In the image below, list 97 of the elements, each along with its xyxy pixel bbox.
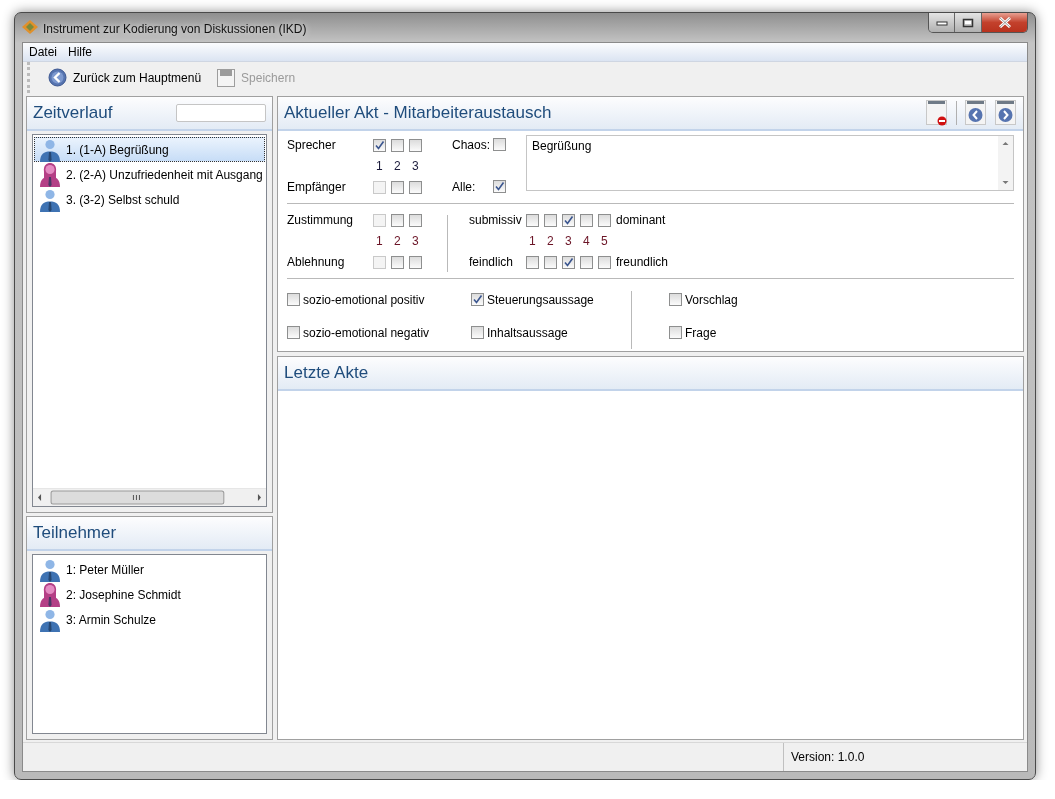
field-label: Alle: <box>452 179 477 194</box>
note-textarea[interactable]: Begrüßung <box>526 135 1014 191</box>
search-field[interactable] <box>176 104 266 122</box>
column-number: 3 <box>564 233 573 248</box>
timeline-item[interactable]: 3. (3-2) Selbst schuld <box>34 187 265 212</box>
version-label: Version: 1.0.0 <box>790 750 865 764</box>
checkbox[interactable] <box>562 213 575 227</box>
minimize-icon <box>935 19 948 26</box>
participant-item[interactable]: 3: Armin Schulze <box>34 607 265 632</box>
field-label: Sprecher <box>287 137 337 152</box>
checkbox-label: sozio-emotional positiv <box>303 292 425 307</box>
checkbox[interactable] <box>669 326 682 339</box>
column-number: 2 <box>393 233 402 248</box>
column-number: 1 <box>528 233 537 248</box>
back-arrow-icon <box>48 68 67 87</box>
item-label: 3. (3-2) Selbst schuld <box>66 192 180 207</box>
page-remove-icon <box>926 100 948 126</box>
checkbox[interactable] <box>391 213 404 227</box>
checkbox[interactable] <box>493 138 506 151</box>
checkbox[interactable] <box>580 213 593 227</box>
checkbox[interactable] <box>391 255 404 269</box>
checkbox[interactable] <box>598 213 611 227</box>
checkbox[interactable] <box>391 138 404 152</box>
item-label: 1: Peter Müller <box>66 562 145 577</box>
person-icon <box>38 582 62 607</box>
menu-item[interactable]: Hilfe <box>64 45 100 59</box>
close-icon <box>997 17 1012 28</box>
checkbox[interactable] <box>598 255 611 269</box>
field-label: freundlich <box>616 254 670 269</box>
timeline-item[interactable]: 2. (2-A) Unzufriedenheit mit Ausgang <box>34 162 265 187</box>
checkbox[interactable] <box>562 255 575 269</box>
column-number: 2 <box>393 158 402 173</box>
checkbox[interactable] <box>669 293 682 306</box>
participant-item[interactable]: 2: Josephine Schmidt <box>34 582 265 607</box>
person-icon <box>38 557 62 582</box>
checkbox[interactable] <box>373 138 386 152</box>
panel-title: Letzte Akte <box>284 363 369 383</box>
person-icon <box>38 187 62 212</box>
checkbox[interactable] <box>544 255 557 269</box>
item-label: 1. (1-A) Begrüßung <box>66 142 169 157</box>
field-label: Ablehnung <box>287 254 346 269</box>
checkbox[interactable] <box>409 138 422 152</box>
person-icon <box>38 607 62 632</box>
column-number: 1 <box>375 158 384 173</box>
back-button[interactable]: Zurück zum Hauptmenü <box>46 66 204 89</box>
delete-button[interactable] <box>926 100 948 126</box>
menu-item[interactable]: Datei <box>25 45 64 59</box>
checkbox-label: Steuerungsaussage <box>487 292 594 307</box>
checkbox[interactable] <box>391 180 404 194</box>
previous-button[interactable] <box>965 100 987 126</box>
checkbox[interactable] <box>409 255 422 269</box>
panel-title: Aktueller Akt - Mitarbeiteraustausch <box>284 103 552 123</box>
checkbox[interactable] <box>471 293 484 306</box>
checkbox[interactable] <box>544 213 557 227</box>
maximize-icon <box>962 17 974 28</box>
column-number: 2 <box>546 233 555 248</box>
field-label: feindlich <box>469 254 515 269</box>
column-number: 5 <box>600 233 609 248</box>
maximize-button[interactable] <box>955 13 982 32</box>
checkbox[interactable] <box>471 326 484 339</box>
field-label: Zustimmung <box>287 212 355 227</box>
checkbox[interactable] <box>526 213 539 227</box>
minimize-button[interactable] <box>929 13 955 32</box>
timeline-item[interactable]: 1. (1-A) Begrüßung <box>34 137 265 162</box>
checkbox[interactable] <box>409 180 422 194</box>
checkbox[interactable] <box>287 326 300 339</box>
panel-title: Zeitverlauf <box>33 103 113 123</box>
column-number: 3 <box>411 233 420 248</box>
document-icon <box>217 68 236 87</box>
checkbox[interactable] <box>580 255 593 269</box>
close-button[interactable] <box>982 13 1027 32</box>
field-label: Empfänger <box>287 179 347 194</box>
next-button[interactable] <box>995 100 1017 126</box>
field-label: submissiv <box>469 212 523 227</box>
checkbox-label: Vorschlag <box>685 292 738 307</box>
person-icon <box>38 162 62 187</box>
checkbox-label: Frage <box>685 325 717 340</box>
checkbox[interactable] <box>526 255 539 269</box>
checkbox[interactable] <box>287 293 300 306</box>
checkbox[interactable] <box>409 213 422 227</box>
checkbox-label: sozio-emotional negativ <box>303 325 430 340</box>
horizontal-scrollbar[interactable] <box>33 488 266 506</box>
app-logo-icon <box>22 20 38 34</box>
column-number: 4 <box>582 233 591 248</box>
person-icon <box>38 137 62 162</box>
column-number: 1 <box>375 233 384 248</box>
checkbox-label: Inhaltsaussage <box>487 325 568 340</box>
checkbox[interactable] <box>493 180 506 193</box>
column-number: 3 <box>411 158 420 173</box>
window-title: Instrument zur Kodierung von Diskussionen (IKD) <box>43 22 307 36</box>
item-label: 2: Josephine Schmidt <box>66 587 181 602</box>
item-label: 3: Armin Schulze <box>66 612 157 627</box>
field-label: dominant <box>616 212 667 227</box>
panel-title: Teilnehmer <box>33 523 117 543</box>
item-label: 2. (2-A) Unzufriedenheit mit Ausgang <box>66 167 263 182</box>
field-label: Chaos: <box>452 137 492 152</box>
participant-item[interactable]: 1: Peter Müller <box>34 557 265 582</box>
